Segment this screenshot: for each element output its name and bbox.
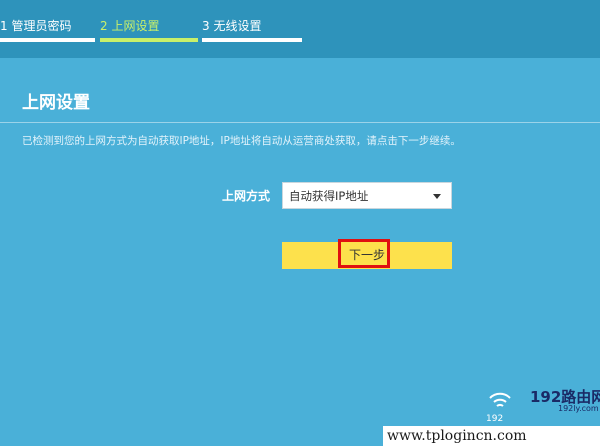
next-step-button[interactable]: 下一步 — [282, 239, 452, 269]
watermark-url: www.tplogincn.com — [387, 428, 527, 444]
connection-type-selected-value: 自动获得IP地址 — [289, 189, 369, 203]
wizard-step-3-indicator — [202, 38, 302, 42]
wizard-step-2-indicator — [100, 38, 198, 42]
next-button-highlight-box — [338, 239, 390, 268]
wizard-step-1-indicator — [0, 38, 95, 42]
watermark-number: 192 — [486, 414, 504, 424]
watermark-subdomain: 192ly.com — [558, 404, 599, 413]
connection-type-select[interactable]: 自动获得IP地址 — [282, 182, 452, 209]
detection-description: 已检测到您的上网方式为自动获取IP地址，IP地址将自动从运营商处获取，请点击下一… — [22, 135, 461, 147]
page-title: 上网设置 — [22, 93, 90, 113]
wizard-step-internet-settings[interactable]: 2 上网设置 — [100, 18, 159, 34]
wizard-step-wireless-settings[interactable]: 3 无线设置 — [202, 18, 261, 34]
wizard-step-admin-password[interactable]: 1 管理员密码 — [0, 18, 71, 34]
wifi-watermark-icon — [489, 392, 511, 407]
wizard-header: 1 管理员密码 2 上网设置 3 无线设置 — [0, 0, 600, 58]
connection-type-label: 上网方式 — [222, 189, 271, 203]
title-divider — [0, 122, 600, 123]
watermark-url-bar: www.tplogincn.com — [383, 426, 600, 446]
dropdown-caret-icon[interactable] — [433, 194, 441, 199]
